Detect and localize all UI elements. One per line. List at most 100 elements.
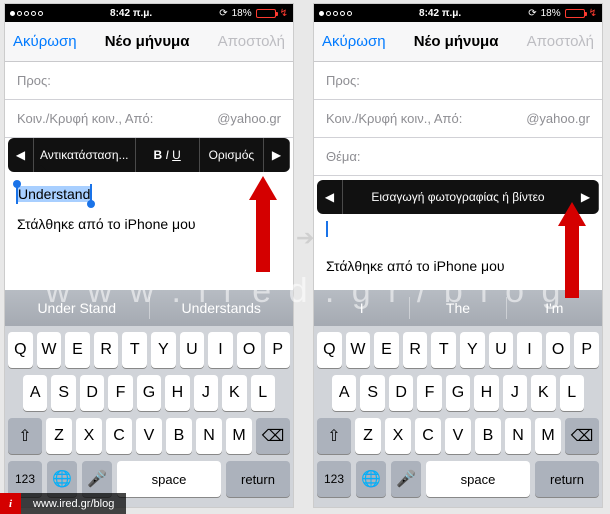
- key-e[interactable]: E: [374, 332, 399, 368]
- key-r[interactable]: R: [403, 332, 428, 368]
- key-123[interactable]: 123: [317, 461, 351, 497]
- key-d[interactable]: D: [389, 375, 413, 411]
- key-mic[interactable]: 🎤: [82, 461, 112, 497]
- key-c[interactable]: C: [415, 418, 441, 454]
- ctx-format-button[interactable]: B I U: [136, 138, 200, 172]
- key-shift[interactable]: ⇧: [8, 418, 42, 454]
- key-123[interactable]: 123: [8, 461, 42, 497]
- key-return[interactable]: return: [226, 461, 290, 497]
- brand-icon: i: [0, 493, 21, 514]
- key-p[interactable]: P: [574, 332, 599, 368]
- key-u[interactable]: U: [180, 332, 205, 368]
- key-f[interactable]: F: [417, 375, 441, 411]
- kb-row-1: QWERTYUIOP: [317, 332, 599, 368]
- ctx-prev-button[interactable]: ◀: [8, 138, 34, 172]
- suggestion-3[interactable]: I'm: [507, 290, 602, 326]
- suggestion-2[interactable]: Understands: [150, 290, 294, 326]
- suggestions-bar: I The I'm: [314, 290, 602, 326]
- key-backspace[interactable]: ⌫: [565, 418, 599, 454]
- suggestion-1[interactable]: I: [314, 290, 409, 326]
- key-e[interactable]: E: [65, 332, 90, 368]
- key-u[interactable]: U: [489, 332, 514, 368]
- cancel-button[interactable]: Ακύρωση: [13, 33, 77, 50]
- phone-left: 8:42 π.μ. ⟳ 18% ↯ Ακύρωση Νέο μήνυμα Απο…: [4, 3, 294, 508]
- key-a[interactable]: A: [23, 375, 47, 411]
- key-g[interactable]: G: [446, 375, 470, 411]
- key-d[interactable]: D: [80, 375, 104, 411]
- key-m[interactable]: M: [226, 418, 252, 454]
- selection-handle-left[interactable]: [13, 180, 21, 188]
- key-x[interactable]: X: [76, 418, 102, 454]
- key-n[interactable]: N: [196, 418, 222, 454]
- key-i[interactable]: I: [208, 332, 233, 368]
- key-c[interactable]: C: [106, 418, 132, 454]
- kb-row-2: ASDFGHJKL: [317, 375, 599, 411]
- key-space[interactable]: space: [426, 461, 530, 497]
- cc-from-field[interactable]: Κοιν./Κρυφή κοιν., Από: @yahoo.gr: [5, 100, 293, 138]
- key-h[interactable]: H: [165, 375, 189, 411]
- send-button[interactable]: Αποστολή: [527, 33, 594, 50]
- key-space[interactable]: space: [117, 461, 221, 497]
- key-s[interactable]: S: [360, 375, 384, 411]
- step-arrow-icon: ➔: [296, 225, 314, 251]
- key-m[interactable]: M: [535, 418, 561, 454]
- key-o[interactable]: O: [546, 332, 571, 368]
- cc-from-field[interactable]: Κοιν./Κρυφή κοιν., Από: @yahoo.gr: [314, 100, 602, 138]
- key-k[interactable]: K: [531, 375, 555, 411]
- to-field[interactable]: Προς:: [5, 62, 293, 100]
- ctx-prev-button[interactable]: ◀: [317, 180, 343, 214]
- kb-row-3: ⇧ ZXCVBNM ⌫: [317, 418, 599, 454]
- key-l[interactable]: L: [251, 375, 275, 411]
- ctx-replace-button[interactable]: Αντικατάσταση...: [34, 138, 136, 172]
- ctx-next-button[interactable]: ▶: [264, 138, 290, 172]
- key-y[interactable]: Y: [460, 332, 485, 368]
- key-k[interactable]: K: [222, 375, 246, 411]
- key-return[interactable]: return: [535, 461, 599, 497]
- key-v[interactable]: V: [445, 418, 471, 454]
- key-globe[interactable]: 🌐: [47, 461, 77, 497]
- key-a[interactable]: A: [332, 375, 356, 411]
- key-y[interactable]: Y: [151, 332, 176, 368]
- key-b[interactable]: B: [166, 418, 192, 454]
- key-b[interactable]: B: [475, 418, 501, 454]
- key-o[interactable]: O: [237, 332, 262, 368]
- key-shift[interactable]: ⇧: [317, 418, 351, 454]
- key-p[interactable]: P: [265, 332, 290, 368]
- key-t[interactable]: T: [431, 332, 456, 368]
- key-j[interactable]: J: [503, 375, 527, 411]
- key-j[interactable]: J: [194, 375, 218, 411]
- kb-row-1: QWERTYUIOP: [8, 332, 290, 368]
- key-z[interactable]: Z: [46, 418, 72, 454]
- key-w[interactable]: W: [346, 332, 371, 368]
- key-n[interactable]: N: [505, 418, 531, 454]
- key-r[interactable]: R: [94, 332, 119, 368]
- key-i[interactable]: I: [517, 332, 542, 368]
- selection-handle-right[interactable]: [87, 200, 95, 208]
- suggestion-1[interactable]: Under Stand: [5, 290, 149, 326]
- key-g[interactable]: G: [137, 375, 161, 411]
- nav-bar: Ακύρωση Νέο μήνυμα Αποστολή: [314, 22, 602, 62]
- suggestion-2[interactable]: The: [410, 290, 505, 326]
- key-z[interactable]: Z: [355, 418, 381, 454]
- key-q[interactable]: Q: [317, 332, 342, 368]
- subject-field[interactable]: Θέμα:: [314, 138, 602, 176]
- key-s[interactable]: S: [51, 375, 75, 411]
- key-h[interactable]: H: [474, 375, 498, 411]
- key-x[interactable]: X: [385, 418, 411, 454]
- ctx-define-button[interactable]: Ορισμός: [200, 138, 264, 172]
- send-button[interactable]: Αποστολή: [218, 33, 285, 50]
- from-domain: @yahoo.gr: [217, 111, 281, 126]
- key-mic[interactable]: 🎤: [391, 461, 421, 497]
- key-q[interactable]: Q: [8, 332, 33, 368]
- key-v[interactable]: V: [136, 418, 162, 454]
- key-globe[interactable]: 🌐: [356, 461, 386, 497]
- to-field[interactable]: Προς:: [314, 62, 602, 100]
- key-f[interactable]: F: [108, 375, 132, 411]
- key-l[interactable]: L: [560, 375, 584, 411]
- selected-text[interactable]: Understand: [17, 186, 91, 202]
- key-t[interactable]: T: [122, 332, 147, 368]
- key-backspace[interactable]: ⌫: [256, 418, 290, 454]
- key-w[interactable]: W: [37, 332, 62, 368]
- cancel-button[interactable]: Ακύρωση: [322, 33, 386, 50]
- keyboard: QWERTYUIOP ASDFGHJKL ⇧ ZXCVBNM ⌫ 123 🌐 🎤…: [314, 326, 602, 507]
